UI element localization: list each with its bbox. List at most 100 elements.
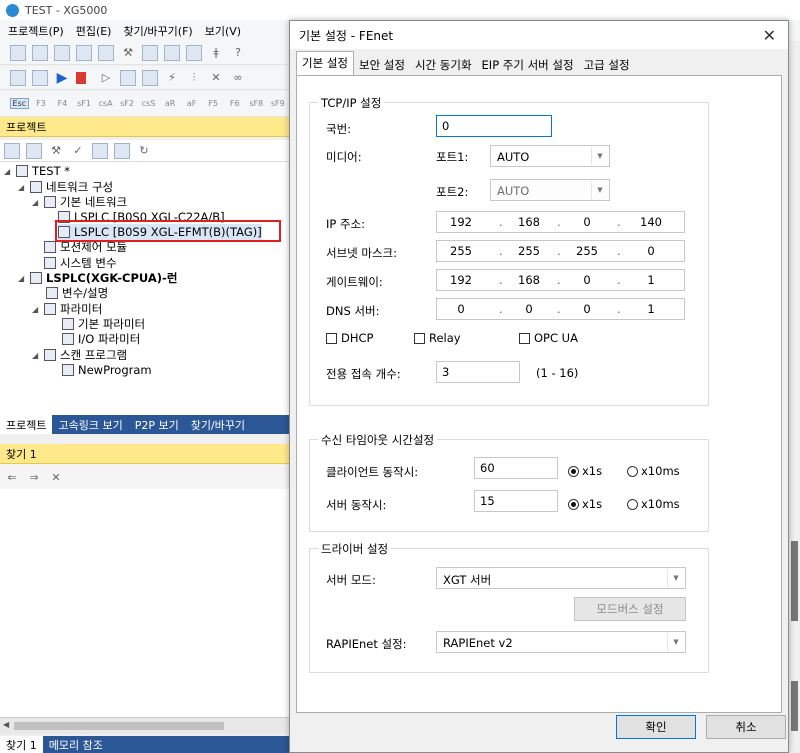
help-icon[interactable]: ?	[230, 45, 246, 61]
tree-item-new-program[interactable]: NewProgram	[62, 362, 152, 378]
fkey-sf9[interactable]: sF9	[269, 99, 288, 108]
connect-icon[interactable]	[142, 44, 158, 61]
compile-icon[interactable]	[32, 69, 48, 86]
tab-p2p[interactable]: P2P 보기	[129, 415, 185, 434]
opcua-checkbox[interactable]: OPC UA	[519, 331, 578, 345]
fkey-ar[interactable]: aR	[161, 99, 180, 108]
force-icon[interactable]: ⚡	[164, 70, 180, 86]
tab-advanced-settings[interactable]: 고급 설정	[579, 54, 635, 76]
plc-info-icon[interactable]	[142, 69, 158, 86]
fkey-sf8[interactable]: sF8	[247, 99, 266, 108]
rapienet-select[interactable]: RAPIEnet v2 ▼	[436, 631, 686, 653]
online-status-icon[interactable]	[114, 142, 130, 159]
gateway-input[interactable]: 192. 168. 0. 1	[436, 269, 685, 291]
dns-server-input[interactable]: 0. 0. 0. 1	[436, 298, 685, 320]
find-prev-icon[interactable]: ⇐	[4, 469, 20, 485]
station-number-input[interactable]: 0	[436, 115, 552, 137]
fkey-sf1[interactable]: sF1	[75, 99, 94, 108]
fkey-csa[interactable]: csA	[96, 99, 115, 108]
server-mode-select[interactable]: XGT 서버 ▼	[436, 567, 686, 589]
properties-icon[interactable]: ⚒	[48, 143, 64, 159]
port1-select[interactable]: AUTO ▼	[490, 145, 610, 167]
pause-icon[interactable]: ▷	[98, 70, 114, 86]
client-timeout-input[interactable]: 60	[474, 457, 558, 479]
tree-item-basic-network[interactable]: ◢ 기본 네트워크	[32, 194, 127, 210]
online-icon[interactable]	[10, 69, 26, 86]
server-timeout-input[interactable]: 15	[474, 490, 558, 512]
horizontal-scrollbar[interactable]: ◀	[0, 717, 290, 734]
lock-icon[interactable]	[92, 142, 108, 159]
tab-time-sync[interactable]: 시간 동기화	[410, 54, 477, 76]
tree-item-io-parameters[interactable]: I/O 파라미터	[62, 331, 140, 347]
relay-checkbox[interactable]: Relay	[414, 331, 461, 345]
collapse-icon[interactable]: ◢	[32, 351, 42, 360]
fkey-sf2[interactable]: sF2	[118, 99, 137, 108]
tree-item-system-variables[interactable]: 시스템 변수	[32, 255, 117, 271]
save-icon[interactable]	[76, 44, 92, 61]
tree-item-cpu[interactable]: ◢ LSPLC(XGK-CPUA)-런	[18, 270, 177, 286]
run-icon[interactable]: ▶	[54, 70, 70, 86]
tab-basic-settings[interactable]: 기본 설정	[296, 51, 354, 76]
chevron-down-icon[interactable]: ▼	[667, 633, 684, 651]
close-icon[interactable]: ✕	[763, 26, 776, 45]
new-file-icon[interactable]	[10, 44, 26, 61]
collapse-icon[interactable]: ◢	[32, 305, 42, 314]
menu-project[interactable]: 프로젝트(P)	[8, 23, 64, 39]
tab-find-replace[interactable]: 찾기/바꾸기	[185, 415, 251, 434]
chevron-down-icon[interactable]: ▼	[667, 569, 684, 587]
tab-security-settings[interactable]: 보안 설정	[354, 54, 410, 76]
fkey-esc[interactable]: Esc	[10, 98, 29, 109]
collapse-icon[interactable]: ◢	[32, 198, 42, 207]
print-icon[interactable]	[98, 44, 114, 61]
client-x1s-radio[interactable]: x1s	[568, 464, 602, 478]
io-icon[interactable]: ⫶	[186, 70, 202, 86]
tree-item-scan-program[interactable]: ◢ 스캔 프로그램	[32, 347, 127, 363]
tree-item-parameters[interactable]: ◢ 파라미터	[32, 301, 102, 317]
tree-item-variables[interactable]: 변수/설명	[46, 285, 108, 301]
import-icon[interactable]	[54, 44, 70, 61]
add-item-icon[interactable]	[4, 142, 20, 159]
stop-icon[interactable]	[76, 71, 86, 84]
scroll-left-icon[interactable]: ◀	[3, 720, 9, 729]
fkey-css[interactable]: csS	[139, 99, 158, 108]
modbus-settings-button[interactable]: 모드버스 설정	[574, 597, 686, 621]
collapse-icon[interactable]: ◢	[18, 274, 28, 283]
thermometer-icon[interactable]: ǂ	[208, 45, 224, 61]
menu-view[interactable]: 보기(V)	[205, 23, 241, 39]
fkey-f3[interactable]: F3	[32, 99, 51, 108]
client-x10ms-radio[interactable]: x10ms	[627, 464, 680, 478]
subnet-mask-input[interactable]: 255. 255. 255. 0	[436, 240, 685, 262]
chevron-down-icon[interactable]: ▼	[591, 147, 608, 165]
cancel-button[interactable]: 취소	[706, 715, 786, 739]
menu-find-replace[interactable]: 찾기/바꾸기(F)	[123, 23, 192, 39]
tab-project[interactable]: 프로젝트	[0, 415, 53, 434]
chevron-down-icon[interactable]: ▼	[591, 181, 608, 199]
server-x10ms-radio[interactable]: x10ms	[627, 497, 680, 511]
fkey-f4[interactable]: F4	[53, 99, 72, 108]
collapse-icon[interactable]: ◢	[18, 183, 28, 192]
check-icon[interactable]: ✓	[70, 143, 86, 159]
link-icon[interactable]: ∞	[230, 70, 246, 86]
tab-find-1[interactable]: 찾기 1	[0, 736, 43, 753]
scroll-thumb[interactable]	[14, 722, 224, 730]
cancel-icon[interactable]: ✕	[208, 70, 224, 86]
tree-item-network-config[interactable]: ◢ 네트워크 구성	[18, 179, 113, 195]
tab-memory-reference[interactable]: 메모리 참조	[43, 736, 109, 753]
tree-item-basic-parameters[interactable]: 기본 파라미터	[62, 316, 145, 332]
delete-item-icon[interactable]	[26, 142, 42, 159]
menu-edit[interactable]: 편집(E)	[76, 23, 112, 39]
fkey-af[interactable]: aF	[182, 99, 201, 108]
open-folder-icon[interactable]	[32, 44, 48, 61]
tab-highspeed-link[interactable]: 고속링크 보기	[52, 415, 128, 434]
find-next-icon[interactable]: ⇒	[26, 469, 42, 485]
tree-item-project[interactable]: ◢ TEST *	[4, 163, 70, 179]
fkey-f6[interactable]: F6	[225, 99, 244, 108]
fkey-f5[interactable]: F5	[204, 99, 223, 108]
ok-button[interactable]: 확인	[616, 715, 696, 739]
refresh-icon[interactable]: ↻	[136, 143, 152, 159]
ip-address-input[interactable]: 192. 168. 0. 140	[436, 211, 685, 233]
monitor-icon[interactable]	[186, 44, 202, 61]
dhcp-checkbox[interactable]: DHCP	[326, 331, 373, 345]
server-x1s-radio[interactable]: x1s	[568, 497, 602, 511]
clear-results-icon[interactable]: ✕	[48, 469, 64, 485]
